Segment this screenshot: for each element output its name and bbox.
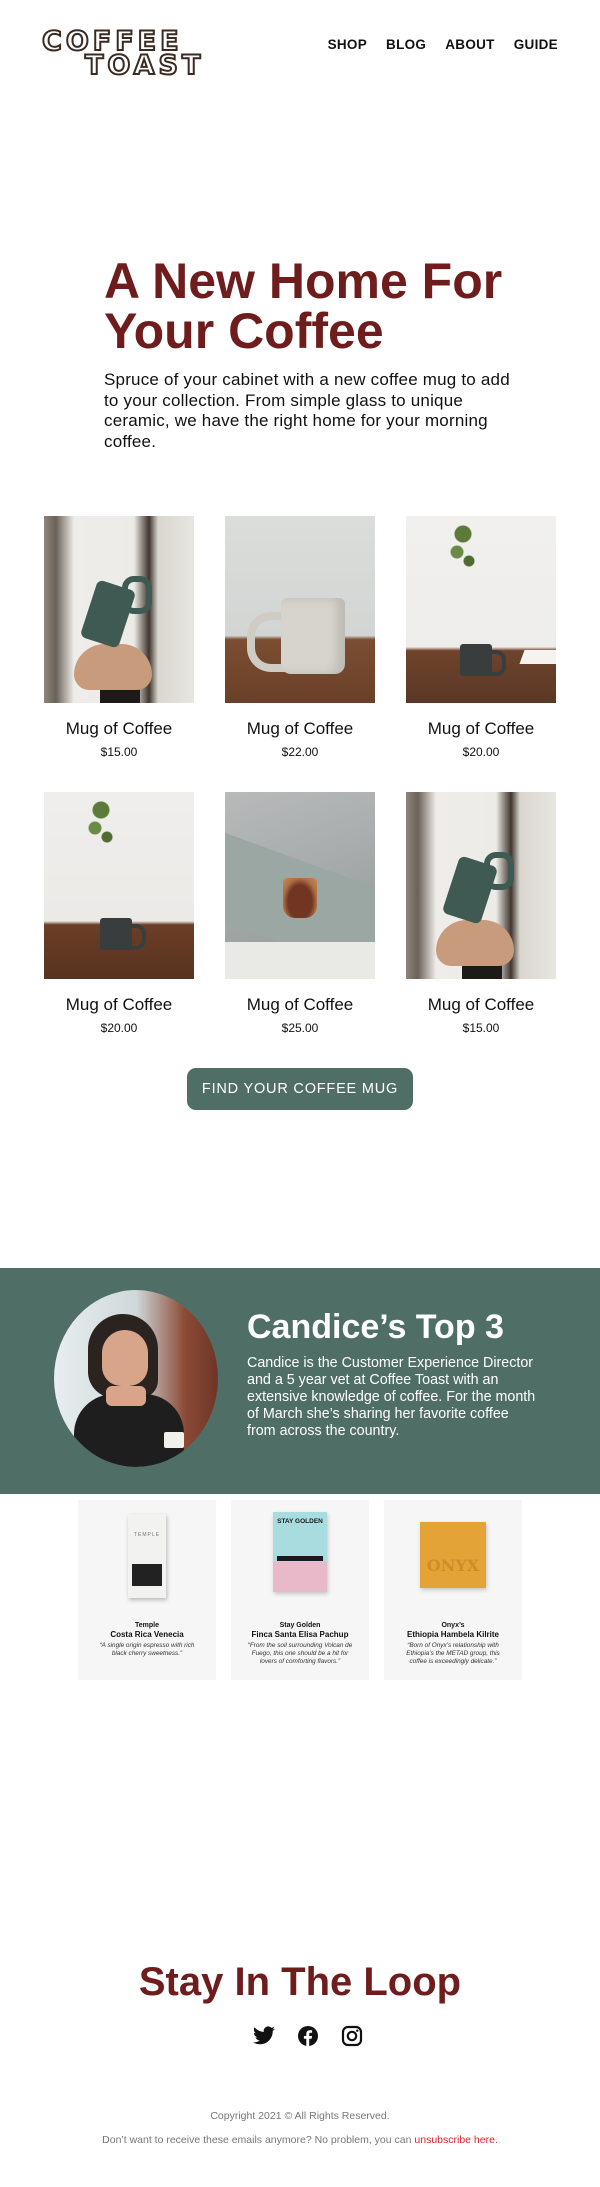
find-coffee-mug-button[interactable]: FIND YOUR COFFEE MUG	[187, 1068, 413, 1110]
coffee-card[interactable]: STAY GOLDEN Stay Golden Finca Santa Elis…	[231, 1500, 369, 1680]
coffee-name: Finca Santa Elisa Pachup	[251, 1630, 349, 1639]
product-card[interactable]: Mug of Coffee $20.00	[406, 516, 556, 759]
unsubscribe-text: Don’t want to receive these emails anymo…	[102, 2134, 415, 2146]
bag-label: ONYX	[426, 1556, 480, 1575]
feature-title: Candice’s Top 3	[247, 1308, 504, 1346]
main-nav: SHOP BLOG ABOUT GUIDE	[328, 37, 558, 52]
product-price: $20.00	[100, 1021, 138, 1035]
copyright: Copyright 2021 © All Rights Reserved.	[210, 2110, 390, 2122]
twitter-icon[interactable]	[252, 2024, 276, 2048]
product-price: $20.00	[462, 745, 500, 759]
product-name[interactable]: Mug of Coffee	[44, 719, 194, 739]
product-name[interactable]: Mug of Coffee	[406, 995, 556, 1015]
loop-title: Stay In The Loop	[138, 1960, 462, 2004]
product-name[interactable]: Mug of Coffee	[225, 719, 375, 739]
candice-portrait	[54, 1290, 218, 1467]
product-price: $15.00	[462, 1021, 500, 1035]
product-card[interactable]: Mug of Coffee $15.00	[44, 516, 194, 759]
nav-blog[interactable]: BLOG	[386, 37, 426, 52]
product-photo[interactable]	[44, 516, 194, 703]
coffee-name: Costa Rica Venecia	[110, 1630, 184, 1639]
product-name[interactable]: Mug of Coffee	[406, 719, 556, 739]
coffee-bag-image[interactable]: STAY GOLDEN	[231, 1500, 369, 1618]
coffee-roaster: Onyx’s	[441, 1622, 465, 1629]
product-card[interactable]: Mug of Coffee $15.00	[406, 792, 556, 1035]
feature-text: Candice is the Customer Experience Direc…	[247, 1355, 536, 1439]
nav-about[interactable]: ABOUT	[445, 37, 495, 52]
coffee-picks: TEMPLE Temple Costa Rica Venecia “A sing…	[78, 1500, 522, 1685]
coffee-roaster: Stay Golden	[279, 1622, 321, 1629]
hero-text: Spruce of your cabinet with a new coffee…	[104, 370, 510, 451]
bag-label: STAY GOLDEN	[277, 1518, 323, 1525]
bag-label: TEMPLE	[133, 1532, 160, 1538]
unsubscribe-notice: Don’t want to receive these emails anymo…	[0, 2134, 600, 2146]
product-price: $25.00	[281, 1021, 319, 1035]
coffee-roaster: Temple	[135, 1622, 159, 1629]
product-photo[interactable]	[225, 516, 375, 703]
coffee-bag-image[interactable]: TEMPLE	[78, 1500, 216, 1618]
coffee-name: Ethiopia Hambela Kilrite	[406, 1630, 500, 1639]
product-name[interactable]: Mug of Coffee	[225, 995, 375, 1015]
facebook-icon[interactable]	[296, 2024, 320, 2048]
product-price: $22.00	[281, 745, 319, 759]
social-links	[252, 2024, 364, 2048]
product-price: $15.00	[100, 745, 138, 759]
coffee-toast-logo[interactable]: COFFEE TOAST	[41, 27, 201, 80]
nav-guide[interactable]: GUIDE	[514, 37, 558, 52]
product-card[interactable]: Mug of Coffee $25.00	[225, 792, 375, 1035]
nav-shop[interactable]: SHOP	[328, 37, 367, 52]
hero-title: A New Home For Your Coffee	[104, 253, 503, 359]
product-photo[interactable]	[406, 516, 556, 703]
logo-line-2: TOAST	[84, 50, 205, 81]
product-card[interactable]: Mug of Coffee $20.00	[44, 792, 194, 1035]
instagram-icon[interactable]	[340, 2024, 364, 2048]
coffee-card[interactable]: ONYX Onyx’s Ethiopia Hambela Kilrite “Bo…	[384, 1500, 522, 1680]
coffee-card[interactable]: TEMPLE Temple Costa Rica Venecia “A sing…	[78, 1500, 216, 1680]
coffee-quote: “Born of Onyx’s relationship with Ethiop…	[406, 1642, 500, 1665]
product-photo[interactable]	[225, 792, 375, 979]
product-photo[interactable]	[44, 792, 194, 979]
coffee-bag-image[interactable]: ONYX	[384, 1500, 522, 1618]
unsubscribe-link[interactable]: unsubscribe here.	[414, 2134, 497, 2146]
coffee-quote: “A single origin espresso with rich blac…	[99, 1642, 195, 1657]
product-photo[interactable]	[406, 792, 556, 979]
coffee-quote: “From the soil surrounding Volcan de Fue…	[247, 1642, 353, 1665]
product-card[interactable]: Mug of Coffee $22.00	[225, 516, 375, 759]
product-name[interactable]: Mug of Coffee	[44, 995, 194, 1015]
